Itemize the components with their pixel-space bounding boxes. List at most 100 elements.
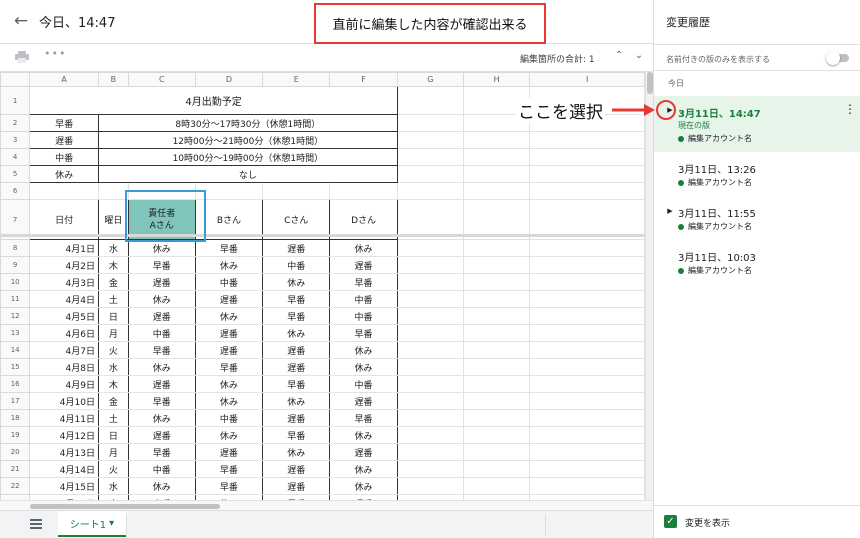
- date-cell[interactable]: 4月10日: [29, 392, 99, 410]
- shift-cell-d[interactable]: 遅番: [329, 256, 398, 274]
- shift-cell-c[interactable]: 中番: [262, 256, 331, 274]
- version-item-current[interactable]: ▶ 3月11日、14:47 現在の版 編集アカウント名 ⋮: [654, 96, 860, 152]
- shift-cell-d[interactable]: 中番: [329, 307, 398, 325]
- dow-cell[interactable]: 月: [97, 324, 129, 342]
- shift-hours-cell[interactable]: なし: [97, 165, 398, 183]
- cell[interactable]: [462, 392, 531, 410]
- shift-cell-a[interactable]: 遅番: [127, 426, 196, 444]
- row-header[interactable]: 9: [0, 256, 31, 274]
- cell[interactable]: [529, 273, 645, 291]
- shift-cell-c[interactable]: 早番: [262, 426, 331, 444]
- shift-label-cell[interactable]: 中番: [29, 148, 99, 166]
- more-horiz-icon[interactable]: •••: [44, 47, 66, 60]
- col-header-b[interactable]: B: [97, 72, 129, 87]
- cell[interactable]: [529, 324, 645, 342]
- dow-cell[interactable]: 木: [97, 256, 129, 274]
- col-header-d[interactable]: D: [194, 72, 264, 87]
- cell[interactable]: [529, 443, 645, 461]
- cell[interactable]: [396, 460, 465, 478]
- shift-cell-c[interactable]: 休み: [262, 443, 331, 461]
- cell[interactable]: [396, 86, 465, 115]
- shift-cell-b[interactable]: 休み: [194, 375, 264, 393]
- col-header-f[interactable]: F: [329, 72, 398, 87]
- cell[interactable]: [396, 392, 465, 410]
- shift-hours-cell[interactable]: 10時00分～19時00分（休憩1時間）: [97, 148, 398, 166]
- cell[interactable]: [462, 307, 531, 325]
- horizontal-scrollbar[interactable]: [0, 500, 653, 510]
- date-cell[interactable]: 4月4日: [29, 290, 99, 308]
- shift-cell-c[interactable]: 遅番: [262, 460, 331, 478]
- shift-cell-b[interactable]: 早番: [194, 460, 264, 478]
- cell[interactable]: [529, 392, 645, 410]
- shift-cell-a[interactable]: 休み: [127, 358, 196, 376]
- row-header[interactable]: 3: [0, 131, 31, 149]
- cell[interactable]: [396, 290, 465, 308]
- cell[interactable]: [29, 182, 99, 200]
- cell[interactable]: [396, 114, 465, 132]
- cell[interactable]: [396, 477, 465, 495]
- shift-cell-c[interactable]: 早番: [262, 290, 331, 308]
- row-header[interactable]: 4: [0, 148, 31, 166]
- shift-cell-b[interactable]: 早番: [194, 358, 264, 376]
- spreadsheet-grid[interactable]: A B C D E F G H I 1 4月出勤予定 2 早番 8時30分～17…: [0, 72, 645, 500]
- row-header[interactable]: 1: [0, 86, 31, 115]
- named-versions-toggle[interactable]: [826, 51, 850, 65]
- col-header-i[interactable]: I: [529, 72, 645, 87]
- dow-cell[interactable]: 水: [97, 477, 129, 495]
- row-header[interactable]: 6: [0, 182, 31, 200]
- cell[interactable]: [329, 182, 398, 200]
- dow-cell[interactable]: 火: [97, 460, 129, 478]
- shift-cell-a[interactable]: 早番: [127, 341, 196, 359]
- col-header-a[interactable]: A: [29, 72, 99, 87]
- version-item[interactable]: 3月11日、13:26 編集アカウント名: [654, 152, 860, 196]
- cell[interactable]: [462, 324, 531, 342]
- shift-cell-d[interactable]: 遅番: [329, 443, 398, 461]
- date-cell[interactable]: 4月8日: [29, 358, 99, 376]
- row-header[interactable]: 14: [0, 341, 31, 359]
- cell[interactable]: [529, 460, 645, 478]
- cell[interactable]: [396, 182, 465, 200]
- shift-cell-b[interactable]: 休み: [194, 426, 264, 444]
- shift-cell-a[interactable]: 早番: [127, 256, 196, 274]
- cell[interactable]: [396, 165, 465, 183]
- chevron-down-icon[interactable]: ▾: [109, 518, 114, 529]
- list-icon[interactable]: [30, 519, 42, 529]
- col-header-g[interactable]: G: [396, 72, 465, 87]
- cell[interactable]: [462, 182, 531, 200]
- corner-cell[interactable]: [0, 72, 31, 87]
- row-header[interactable]: 15: [0, 358, 31, 376]
- expand-arrow-icon[interactable]: ▶: [663, 103, 677, 117]
- date-cell[interactable]: 4月13日: [29, 443, 99, 461]
- shift-cell-b[interactable]: 休み: [194, 392, 264, 410]
- cell[interactable]: [462, 131, 531, 149]
- shift-cell-b[interactable]: 中番: [194, 273, 264, 291]
- shift-cell-d[interactable]: 休み: [329, 239, 398, 257]
- row-header[interactable]: 12: [0, 307, 31, 325]
- shift-cell-a[interactable]: 休み: [127, 477, 196, 495]
- date-cell[interactable]: 4月14日: [29, 460, 99, 478]
- shift-cell-a[interactable]: 早番: [127, 443, 196, 461]
- cell[interactable]: [396, 273, 465, 291]
- cell[interactable]: [396, 358, 465, 376]
- date-cell[interactable]: 4月5日: [29, 307, 99, 325]
- shift-cell-b[interactable]: 遅番: [194, 443, 264, 461]
- cell[interactable]: [462, 341, 531, 359]
- dow-cell[interactable]: 日: [97, 307, 129, 325]
- cell[interactable]: [529, 409, 645, 427]
- cell[interactable]: [396, 341, 465, 359]
- shift-cell-a[interactable]: 遅番: [127, 375, 196, 393]
- shift-cell-b[interactable]: 早番: [194, 239, 264, 257]
- shift-cell-b[interactable]: 遅番: [194, 290, 264, 308]
- cell[interactable]: [462, 358, 531, 376]
- cell[interactable]: [529, 307, 645, 325]
- cell[interactable]: [529, 148, 645, 166]
- cell[interactable]: [529, 358, 645, 376]
- cell[interactable]: [396, 443, 465, 461]
- shift-cell-a[interactable]: 早番: [127, 392, 196, 410]
- horizontal-scroll-thumb[interactable]: [30, 504, 220, 509]
- shift-cell-d[interactable]: 早番: [329, 324, 398, 342]
- shift-cell-c[interactable]: 早番: [262, 307, 331, 325]
- version-item[interactable]: 3月11日、10:03 編集アカウント名: [654, 240, 860, 284]
- shift-label-cell[interactable]: 遅番: [29, 131, 99, 149]
- cell[interactable]: [462, 256, 531, 274]
